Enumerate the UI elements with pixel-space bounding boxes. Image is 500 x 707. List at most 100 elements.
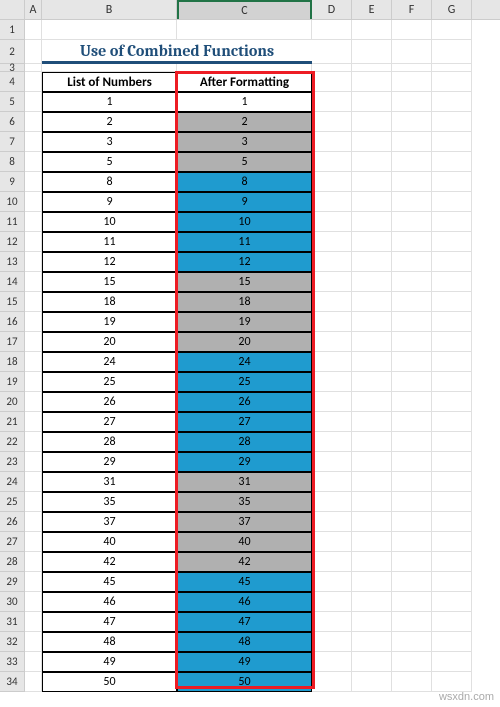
cell-e21[interactable]	[352, 412, 392, 432]
cell-g20[interactable]	[432, 392, 472, 412]
cell-d18[interactable]	[312, 352, 352, 372]
cell-f23[interactable]	[392, 452, 432, 472]
cell-d4[interactable]	[312, 72, 352, 92]
cell-d24[interactable]	[312, 472, 352, 492]
cell-e29[interactable]	[352, 572, 392, 592]
cell-b22[interactable]: 28	[42, 432, 177, 452]
cell-c18[interactable]: 24	[177, 352, 312, 372]
row-header-26[interactable]: 26	[0, 512, 25, 532]
cell-d2[interactable]	[312, 40, 352, 64]
cell-f33[interactable]	[392, 652, 432, 672]
cell-b26[interactable]: 37	[42, 512, 177, 532]
cell-a12[interactable]	[25, 232, 42, 252]
cell-f14[interactable]	[392, 272, 432, 292]
cell-g6[interactable]	[432, 112, 472, 132]
cell-c1[interactable]	[177, 20, 312, 40]
cell-b29[interactable]: 45	[42, 572, 177, 592]
cell-c17[interactable]: 20	[177, 332, 312, 352]
cell-c10[interactable]: 9	[177, 192, 312, 212]
cell-c30[interactable]: 46	[177, 592, 312, 612]
cell-e6[interactable]	[352, 112, 392, 132]
cell-c7[interactable]: 3	[177, 132, 312, 152]
row-header-12[interactable]: 12	[0, 232, 25, 252]
cell-g7[interactable]	[432, 132, 472, 152]
cell-a27[interactable]	[25, 532, 42, 552]
cell-e10[interactable]	[352, 192, 392, 212]
cell-e28[interactable]	[352, 552, 392, 572]
cell-b18[interactable]: 24	[42, 352, 177, 372]
col-header-g[interactable]: G	[432, 0, 472, 19]
cell-b19[interactable]: 25	[42, 372, 177, 392]
cell-b20[interactable]: 26	[42, 392, 177, 412]
cell-b3[interactable]	[42, 64, 177, 72]
cell-f27[interactable]	[392, 532, 432, 552]
cell-f22[interactable]	[392, 432, 432, 452]
cell-a18[interactable]	[25, 352, 42, 372]
row-header-24[interactable]: 24	[0, 472, 25, 492]
row-header-3[interactable]: 3	[0, 64, 25, 72]
cell-g33[interactable]	[432, 652, 472, 672]
row-header-16[interactable]: 16	[0, 312, 25, 332]
cell-a7[interactable]	[25, 132, 42, 152]
cell-e12[interactable]	[352, 232, 392, 252]
cell-g26[interactable]	[432, 512, 472, 532]
cell-a31[interactable]	[25, 612, 42, 632]
cell-a1[interactable]	[25, 20, 42, 40]
cell-g19[interactable]	[432, 372, 472, 392]
cell-g8[interactable]	[432, 152, 472, 172]
cell-a15[interactable]	[25, 292, 42, 312]
cell-f30[interactable]	[392, 592, 432, 612]
row-header-28[interactable]: 28	[0, 552, 25, 572]
cell-b7[interactable]: 3	[42, 132, 177, 152]
cell-d25[interactable]	[312, 492, 352, 512]
row-header-5[interactable]: 5	[0, 92, 25, 112]
cell-d13[interactable]	[312, 252, 352, 272]
cell-d8[interactable]	[312, 152, 352, 172]
cell-d31[interactable]	[312, 612, 352, 632]
cell-g16[interactable]	[432, 312, 472, 332]
cell-e1[interactable]	[352, 20, 392, 40]
cell-b8[interactable]: 5	[42, 152, 177, 172]
cell-c21[interactable]: 27	[177, 412, 312, 432]
cell-c26[interactable]: 37	[177, 512, 312, 532]
cell-b9[interactable]: 8	[42, 172, 177, 192]
cell-f31[interactable]	[392, 612, 432, 632]
cell-a25[interactable]	[25, 492, 42, 512]
cell-d12[interactable]	[312, 232, 352, 252]
cell-e13[interactable]	[352, 252, 392, 272]
header-list[interactable]: List of Numbers	[42, 72, 177, 92]
col-header-f[interactable]: F	[392, 0, 432, 19]
cell-b31[interactable]: 47	[42, 612, 177, 632]
col-header-d[interactable]: D	[312, 0, 352, 19]
cell-d28[interactable]	[312, 552, 352, 572]
row-header-18[interactable]: 18	[0, 352, 25, 372]
cell-g29[interactable]	[432, 572, 472, 592]
cell-f7[interactable]	[392, 132, 432, 152]
cell-c8[interactable]: 5	[177, 152, 312, 172]
cell-c34[interactable]: 50	[177, 672, 312, 692]
cell-f4[interactable]	[392, 72, 432, 92]
cell-f28[interactable]	[392, 552, 432, 572]
row-header-34[interactable]: 34	[0, 672, 25, 692]
cell-g14[interactable]	[432, 272, 472, 292]
cell-e27[interactable]	[352, 532, 392, 552]
cell-d19[interactable]	[312, 372, 352, 392]
cell-e23[interactable]	[352, 452, 392, 472]
cell-c14[interactable]: 15	[177, 272, 312, 292]
cell-e8[interactable]	[352, 152, 392, 172]
cell-a23[interactable]	[25, 452, 42, 472]
cell-a4[interactable]	[25, 72, 42, 92]
cell-c5[interactable]: 1	[177, 92, 312, 112]
cell-a13[interactable]	[25, 252, 42, 272]
row-header-8[interactable]: 8	[0, 152, 25, 172]
cell-d26[interactable]	[312, 512, 352, 532]
cell-b14[interactable]: 15	[42, 272, 177, 292]
cell-f5[interactable]	[392, 92, 432, 112]
cell-f6[interactable]	[392, 112, 432, 132]
cell-c22[interactable]: 28	[177, 432, 312, 452]
cell-g18[interactable]	[432, 352, 472, 372]
cell-a5[interactable]	[25, 92, 42, 112]
cell-g28[interactable]	[432, 552, 472, 572]
cell-f32[interactable]	[392, 632, 432, 652]
cell-g15[interactable]	[432, 292, 472, 312]
